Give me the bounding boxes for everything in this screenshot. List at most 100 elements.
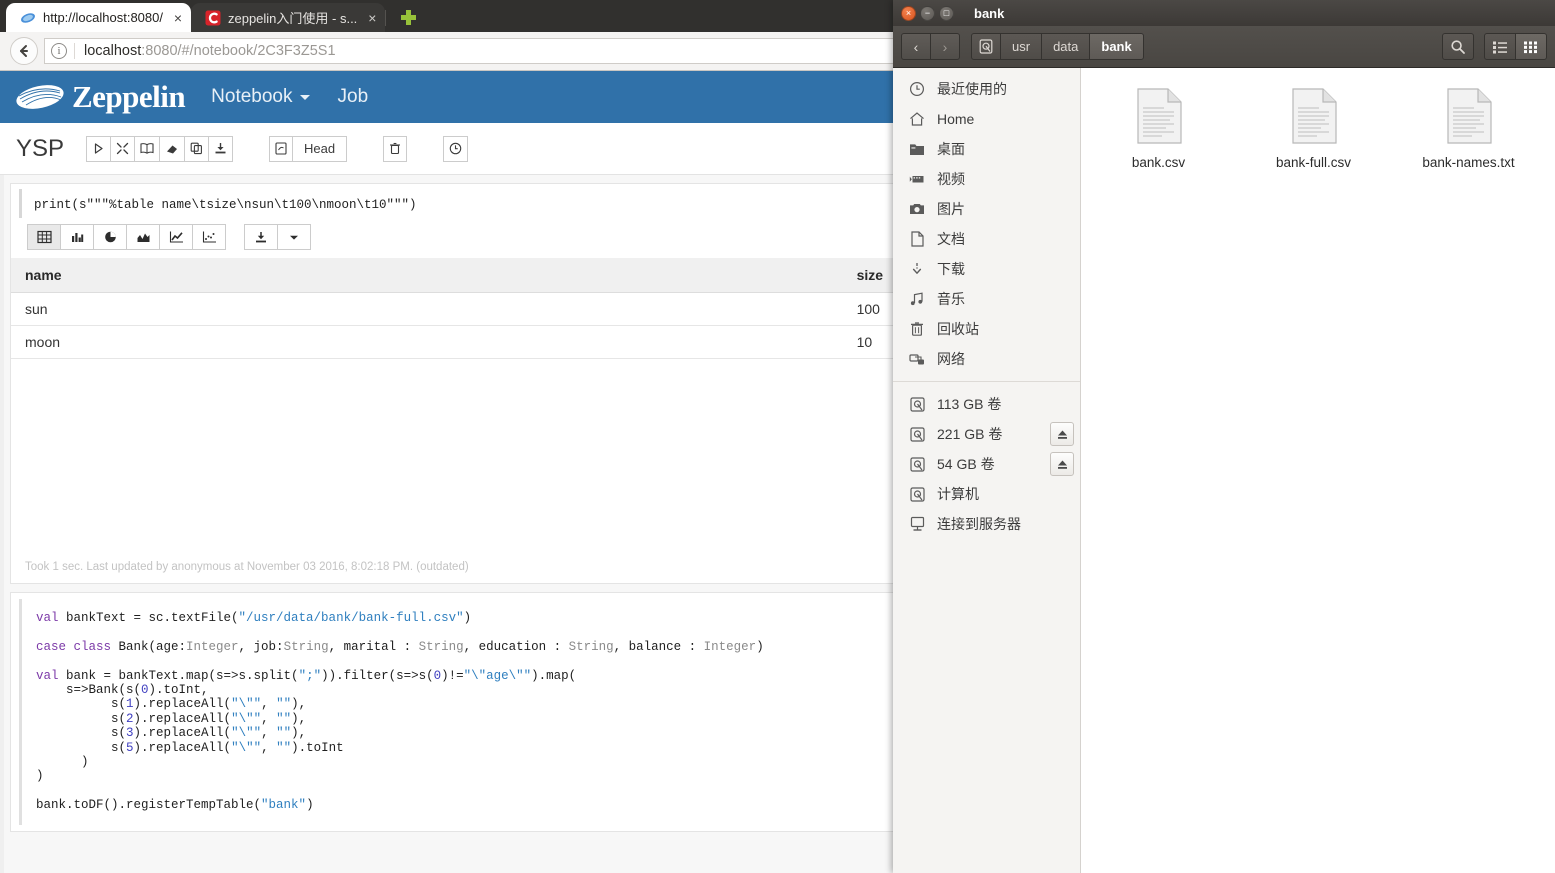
schedule-button[interactable] (443, 135, 469, 162)
close-icon[interactable]: × (171, 11, 185, 25)
file-item-bank-csv[interactable]: bank.csv (1081, 84, 1236, 180)
notebook-left-rail (0, 175, 4, 873)
sidebar-item-documents[interactable]: 文档 (893, 224, 1080, 254)
drive-icon (907, 426, 927, 442)
plus-icon (400, 10, 416, 25)
info-icon[interactable]: i (51, 43, 67, 59)
device-icon (979, 39, 993, 54)
eraser-icon (167, 145, 178, 154)
sidebar-item-label: 文档 (937, 231, 965, 247)
sidebar-item-label: 网络 (937, 351, 965, 367)
cell-name: sun (11, 292, 843, 326)
connect-server-icon (907, 516, 927, 532)
url-divider (74, 43, 75, 59)
pie-chart-icon (104, 231, 116, 243)
notebook-version-group: Head (269, 135, 348, 162)
nav-item-notebook[interactable]: Notebook (211, 86, 310, 108)
result-download-group (244, 224, 311, 250)
icon-view-button[interactable] (1515, 33, 1547, 60)
sidebar-item-volume-54gb[interactable]: 54 GB 卷 (893, 449, 1080, 479)
document-icon (907, 231, 927, 247)
file-name: bank-full.csv (1275, 155, 1352, 170)
eject-button[interactable] (1050, 422, 1074, 446)
viz-bar-chart-button[interactable] (60, 224, 94, 250)
version-head-label[interactable]: Head (292, 135, 348, 162)
breadcrumb-bank[interactable]: bank (1089, 33, 1144, 60)
show-hide-code-button[interactable] (134, 135, 161, 162)
sidebar-item-downloads[interactable]: 下载 (893, 254, 1080, 284)
file-manager-sidebar: 最近使用的 Home 桌面 视频 图片 文档 下载 音乐 回收站 网络 113 … (893, 68, 1081, 873)
file-item-bank-names-txt[interactable]: bank-names.txt (1391, 84, 1546, 180)
sidebar-item-trash[interactable]: 回收站 (893, 314, 1080, 344)
viz-pie-chart-button[interactable] (93, 224, 127, 250)
export-notebook-button[interactable] (208, 135, 234, 162)
sidebar-item-desktop[interactable]: 桌面 (893, 134, 1080, 164)
breadcrumb-usr[interactable]: usr (1000, 33, 1043, 60)
computer-icon (907, 486, 927, 502)
sidebar-item-label: 桌面 (937, 141, 965, 157)
sidebar-item-videos[interactable]: 视频 (893, 164, 1080, 194)
delete-notebook-button[interactable] (383, 135, 408, 162)
collapse-all-button[interactable] (110, 135, 136, 162)
file-list[interactable]: bank.csv bank-full.csv bank-names.txt (1081, 68, 1555, 873)
viz-table-button[interactable] (27, 224, 61, 250)
file-manager-titlebar[interactable]: × − □ bank (893, 0, 1555, 26)
sidebar-item-label: 最近使用的 (937, 81, 1007, 97)
sidebar-item-home[interactable]: Home (893, 104, 1080, 134)
sidebar-item-computer[interactable]: 计算机 (893, 479, 1080, 509)
close-icon[interactable]: × (365, 11, 379, 25)
clock-icon (907, 81, 927, 97)
copy-icon (190, 142, 202, 155)
search-button[interactable] (1442, 33, 1474, 60)
sidebar-item-volume-221gb[interactable]: 221 GB 卷 (893, 419, 1080, 449)
sidebar-item-recent[interactable]: 最近使用的 (893, 74, 1080, 104)
viz-area-chart-button[interactable] (126, 224, 160, 250)
clone-notebook-button[interactable] (184, 135, 210, 162)
book-icon (140, 143, 154, 154)
breadcrumb-data[interactable]: data (1041, 33, 1091, 60)
sidebar-item-label: 113 GB 卷 (937, 396, 1002, 412)
viz-line-chart-button[interactable] (159, 224, 193, 250)
breadcrumb-device[interactable] (971, 33, 1001, 60)
zeppelin-logo[interactable]: Zeppelin (14, 79, 186, 115)
sidebar-item-label: 回收站 (937, 321, 979, 337)
arrow-left-icon (20, 45, 28, 57)
collapse-icon (116, 142, 129, 155)
notebook-delete-group (383, 135, 408, 162)
sidebar-item-connect-to-server[interactable]: 连接到服务器 (893, 509, 1080, 539)
column-header-name[interactable]: name (11, 258, 843, 293)
nav-item-job[interactable]: Job (338, 86, 369, 108)
file-item-bank-full-csv[interactable]: bank-full.csv (1236, 84, 1391, 180)
browser-tab-zeppelin-guide[interactable]: zeppelin入门使用 - s... × (190, 3, 387, 32)
file-manager-main: 最近使用的 Home 桌面 视频 图片 文档 下载 音乐 回收站 网络 113 … (893, 68, 1555, 873)
sidebar-item-music[interactable]: 音乐 (893, 284, 1080, 314)
scatter-chart-icon (202, 231, 216, 243)
nav-item-label: Job (337, 86, 369, 107)
text-file-icon (1446, 88, 1492, 149)
clear-output-button[interactable] (159, 135, 186, 162)
csdn-icon (205, 10, 221, 26)
sidebar-item-pictures[interactable]: 图片 (893, 194, 1080, 224)
notebook-title[interactable]: YSP (16, 135, 64, 163)
sidebar-item-label: 计算机 (937, 486, 979, 502)
forward-button[interactable]: › (930, 33, 960, 60)
viz-scatter-chart-button[interactable] (192, 224, 226, 250)
run-all-button[interactable] (86, 135, 112, 162)
list-view-button[interactable] (1484, 33, 1516, 60)
browser-tab-localhost[interactable]: http://localhost:8080/ × (6, 3, 191, 32)
drive-icon (907, 396, 927, 412)
new-tab-button[interactable] (393, 3, 423, 32)
file-manager-toolbar: ‹ › usr data bank (893, 26, 1555, 68)
version-control-button[interactable] (269, 135, 294, 162)
download-results-button[interactable] (244, 224, 278, 250)
view-toggle-group (1484, 33, 1547, 60)
back-button[interactable] (10, 37, 38, 65)
window-minimize-button[interactable]: − (920, 5, 935, 21)
sidebar-item-volume-113gb[interactable]: 113 GB 卷 (893, 389, 1080, 419)
window-maximize-button[interactable]: □ (939, 5, 954, 21)
sidebar-item-network[interactable]: 网络 (893, 344, 1080, 374)
window-close-button[interactable]: × (901, 5, 916, 21)
eject-button[interactable] (1050, 452, 1074, 476)
download-format-caret[interactable] (277, 224, 311, 250)
back-button[interactable]: ‹ (901, 33, 931, 60)
